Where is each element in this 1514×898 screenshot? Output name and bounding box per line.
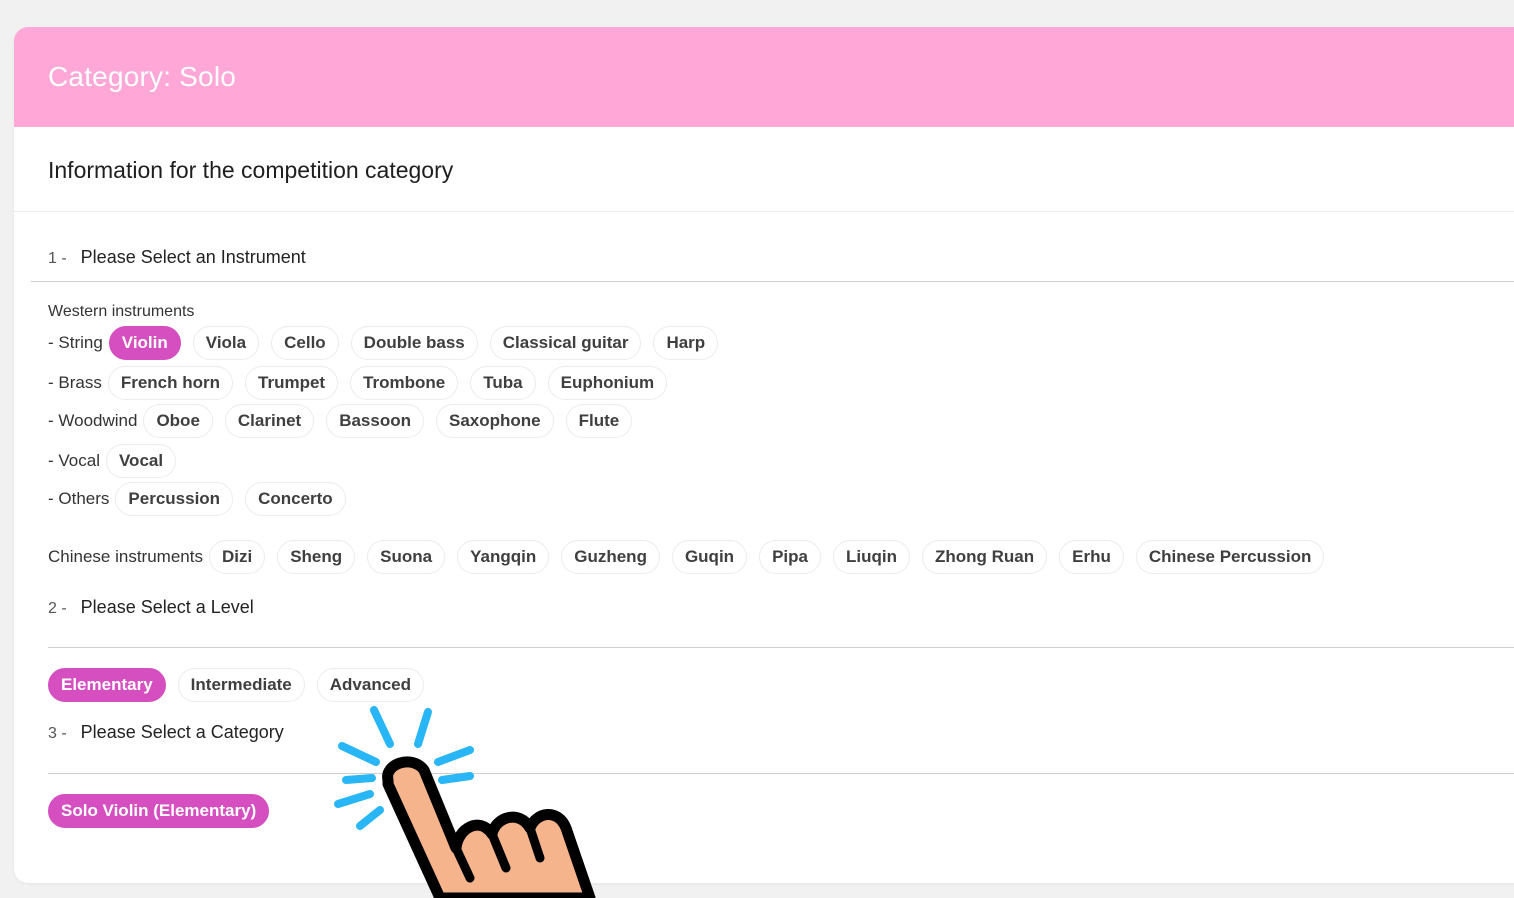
instrument-saxophone[interactable]: Saxophone	[436, 404, 554, 438]
instrument-tuba[interactable]: Tuba	[470, 366, 536, 400]
instrument-guqin[interactable]: Guqin	[671, 540, 748, 574]
instrument-violin[interactable]: Violin	[108, 326, 181, 360]
instrument-pipa[interactable]: Pipa	[759, 540, 821, 574]
instrument-zhong-ruan[interactable]: Zhong Ruan	[921, 540, 1048, 574]
step-label: Please Select an Instrument	[80, 247, 306, 267]
page-title: Category: Solo	[48, 61, 237, 92]
instrument-clarinet[interactable]: Clarinet	[224, 404, 315, 438]
instrument-french-horn[interactable]: French horn	[107, 366, 234, 400]
others-row: - Others Percussion Concerto	[48, 481, 358, 517]
instrument-sheng[interactable]: Sheng	[277, 540, 356, 574]
western-instruments-title: Western instruments	[48, 303, 195, 320]
hand-pointer-icon	[334, 706, 596, 898]
chinese-instruments-row: Chinese instruments Dizi Sheng Suona Yan…	[48, 539, 1336, 575]
instrument-chinese-percussion[interactable]: Chinese Percussion	[1135, 540, 1325, 574]
step-label: Please Select a Level	[80, 597, 254, 617]
step-number: 2 -	[48, 600, 67, 617]
level-advanced[interactable]: Advanced	[316, 668, 425, 702]
step-2-heading: 2 - Please Select a Level	[48, 597, 254, 618]
divider	[48, 773, 1514, 774]
instrument-oboe[interactable]: Oboe	[143, 404, 213, 438]
row-label: - Woodwind	[48, 411, 138, 430]
woodwind-row: - Woodwind Oboe Clarinet Bassoon Saxopho…	[48, 403, 644, 439]
level-intermediate[interactable]: Intermediate	[177, 668, 305, 702]
instrument-classical-guitar[interactable]: Classical guitar	[489, 326, 642, 360]
step-label: Please Select a Category	[80, 722, 284, 742]
instrument-dizi[interactable]: Dizi	[208, 540, 266, 574]
row-label: - Others	[48, 489, 110, 508]
step-1-heading: 1 - Please Select an Instrument	[48, 247, 306, 268]
brass-row: - Brass French horn Trumpet Trombone Tub…	[48, 365, 679, 401]
instrument-trombone[interactable]: Trombone	[350, 366, 459, 400]
instrument-viola[interactable]: Viola	[192, 326, 260, 360]
instrument-suona[interactable]: Suona	[367, 540, 446, 574]
category-card: Category: Solo Information for the compe…	[14, 27, 1514, 883]
level-elementary[interactable]: Elementary	[48, 668, 166, 702]
row-label: - String	[48, 333, 103, 352]
info-title: Information for the competition category	[48, 157, 454, 183]
step-number: 1 -	[48, 250, 67, 267]
instrument-trumpet[interactable]: Trumpet	[245, 366, 339, 400]
category-row: Solo Violin (Elementary)	[48, 793, 281, 829]
instrument-euphonium[interactable]: Euphonium	[547, 366, 668, 400]
instrument-harp[interactable]: Harp	[653, 326, 719, 360]
divider	[31, 281, 1514, 282]
instrument-bassoon[interactable]: Bassoon	[326, 404, 424, 438]
row-label: - Vocal	[48, 451, 100, 470]
instrument-concerto[interactable]: Concerto	[245, 482, 346, 516]
instrument-liuqin[interactable]: Liuqin	[832, 540, 910, 574]
instrument-double-bass[interactable]: Double bass	[350, 326, 478, 360]
instrument-percussion[interactable]: Percussion	[115, 482, 234, 516]
category-solo-violin-elementary[interactable]: Solo Violin (Elementary)	[48, 794, 270, 828]
level-row: Elementary Intermediate Advanced	[48, 667, 436, 703]
chinese-instruments-label: Chinese instruments	[48, 547, 203, 566]
instrument-flute[interactable]: Flute	[565, 404, 633, 438]
instrument-yangqin[interactable]: Yangqin	[457, 540, 550, 574]
step-number: 3 -	[48, 725, 67, 742]
vocal-row: - Vocal Vocal	[48, 443, 188, 479]
step-3-heading: 3 - Please Select a Category	[48, 722, 284, 743]
row-label: - Brass	[48, 373, 102, 392]
card-header: Category: Solo	[14, 27, 1514, 127]
divider	[48, 647, 1514, 648]
instrument-cello[interactable]: Cello	[271, 326, 339, 360]
divider	[14, 211, 1514, 212]
string-row: - String Violin Viola Cello Double bass …	[48, 325, 730, 361]
instrument-vocal[interactable]: Vocal	[105, 444, 177, 478]
instrument-guzheng[interactable]: Guzheng	[561, 540, 660, 574]
instrument-erhu[interactable]: Erhu	[1059, 540, 1124, 574]
